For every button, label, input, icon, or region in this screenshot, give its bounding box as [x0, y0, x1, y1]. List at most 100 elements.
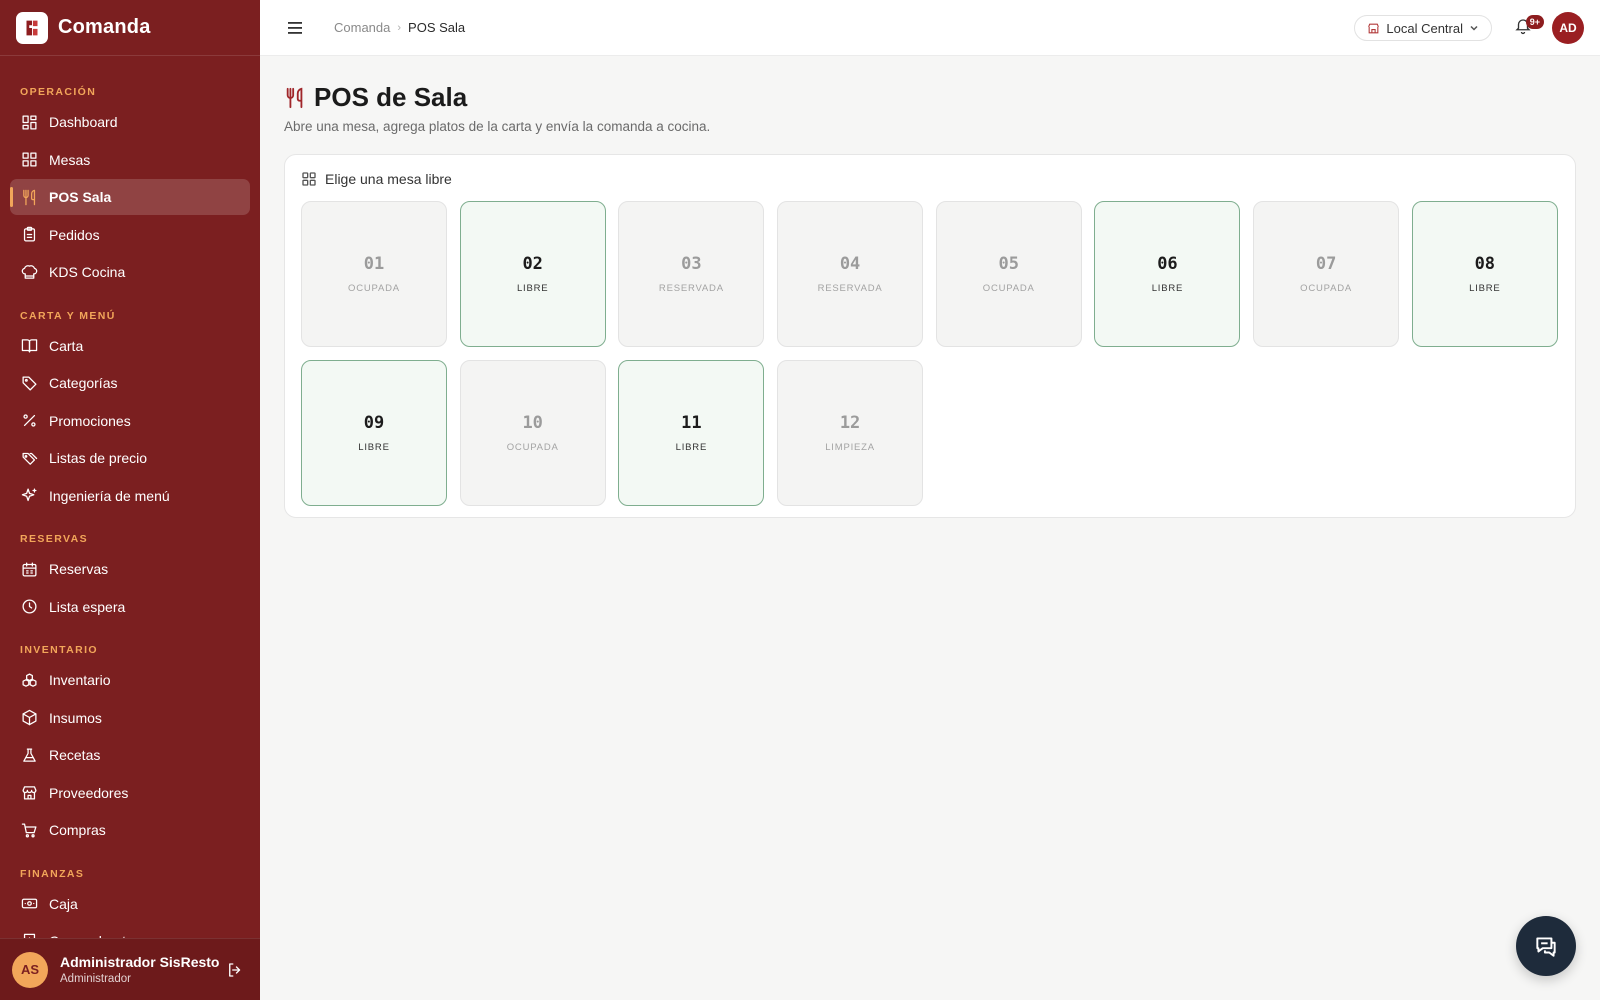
sidebar-item-label: Compras — [49, 822, 106, 838]
brand[interactable]: Comanda — [0, 0, 260, 56]
sidebar-item-proveedores[interactable]: Proveedores — [10, 775, 250, 811]
table-tile[interactable]: 06 LIBRE — [1094, 201, 1241, 347]
sidebar-item-label: Mesas — [49, 151, 91, 168]
percent-icon — [20, 412, 38, 430]
sidebar-item-label: Categorías — [49, 375, 118, 391]
sidebar-item-label: Inventario — [49, 672, 111, 688]
table-status: LIMPIEZA — [825, 442, 875, 453]
sidebar-item-promociones[interactable]: Promociones — [10, 403, 250, 439]
sidebar-item-recetas[interactable]: Recetas — [10, 737, 250, 773]
sidebar-section-title: FINANZAS — [20, 867, 85, 880]
table-status: LIBRE — [516, 283, 549, 294]
logout-icon[interactable] — [224, 959, 246, 981]
table-tile: 03 RESERVADA — [618, 201, 765, 347]
sidebar-item-insumos[interactable]: Insumos — [10, 700, 250, 736]
page-title: POS de Sala — [314, 82, 468, 112]
sidebar-item-ingenieria-de-menu[interactable]: Ingeniería de menú — [10, 478, 250, 514]
sidebar-item-reservas[interactable]: Reservas — [10, 551, 250, 587]
user-avatar[interactable]: AS — [12, 951, 48, 988]
boxes-icon — [20, 671, 38, 689]
table-number: 12 — [839, 413, 861, 433]
table-number: 11 — [681, 413, 702, 433]
page-header: POS de Sala Abre una mesa, agrega platos… — [284, 82, 710, 134]
table-status: RESERVADA — [817, 283, 883, 294]
sidebar-item-mesas[interactable]: Mesas — [10, 142, 250, 178]
table-tile: 04 RESERVADA — [777, 201, 924, 347]
page-subtitle: Abre una mesa, agrega platos de la carta… — [284, 119, 711, 134]
sidebar-nav: OPERACIÓN Dashboard Mesas POS Sala Pedidos KD… — [0, 56, 260, 938]
table-status: RESERVADA — [658, 283, 724, 294]
tag-icon — [20, 374, 38, 392]
sidebar-item-compras[interactable]: Compras — [10, 812, 250, 848]
utensils-icon — [20, 188, 38, 206]
sidebar-item-caja[interactable]: Caja — [10, 886, 250, 922]
sidebar-item-label: Carta — [49, 337, 84, 354]
sidebar-item-carta[interactable]: Carta — [10, 328, 250, 364]
sidebar-item-listas-de-precio[interactable]: Listas de precio — [10, 440, 250, 476]
chat-button[interactable] — [1516, 916, 1576, 976]
table-number: 09 — [363, 413, 385, 433]
breadcrumb-root[interactable]: Comanda — [334, 20, 390, 35]
brand-name: Comanda — [58, 16, 151, 38]
location-label: Local Central — [1386, 20, 1463, 36]
clock-icon — [20, 598, 38, 616]
card-title: Elige una mesa libre — [325, 171, 452, 187]
user-bar: AS Administrador SisResto Administrador — [0, 938, 260, 1000]
sidebar-item-label: Ingeniería de menú — [49, 487, 170, 504]
table-tile: 07 OCUPADA — [1253, 201, 1400, 347]
sidebar-item-lista-espera[interactable]: Lista espera — [10, 589, 250, 625]
sidebar-item-comprobantes[interactable]: Comprobantes — [10, 923, 250, 938]
table-number: 03 — [681, 254, 702, 274]
clipboard-icon — [20, 226, 38, 244]
table-number: 06 — [1157, 254, 1178, 274]
sidebar-item-label: Promociones — [49, 412, 131, 429]
chevron-down-icon — [1469, 21, 1479, 36]
sidebar-item-label: Lista espera — [49, 598, 126, 615]
table-status: LIBRE — [1151, 283, 1184, 294]
sidebar: Comanda OPERACIÓN Dashboard Mesas POS Sala P… — [0, 0, 260, 1000]
sidebar-section-title: OPERACIÓN — [20, 86, 97, 98]
table-tile: 10 OCUPADA — [459, 360, 606, 506]
menu-toggle-icon[interactable] — [284, 16, 308, 40]
table-tile[interactable]: 09 LIBRE — [301, 360, 447, 506]
table-status: OCUPADA — [348, 283, 400, 294]
sidebar-item-pos-sala[interactable]: POS Sala — [10, 179, 250, 215]
table-number: 02 — [522, 254, 543, 274]
table-status: LIBRE — [1469, 283, 1501, 294]
store-icon — [1367, 22, 1380, 35]
top-avatar[interactable]: AD — [1552, 12, 1584, 44]
store-icon — [20, 784, 38, 802]
card-header: Elige una mesa libre — [301, 171, 452, 187]
table-tile[interactable]: 11 LIBRE — [618, 360, 765, 506]
sidebar-item-label: Listas de precio — [49, 450, 148, 466]
chevron-right-icon: › — [397, 21, 402, 34]
table-tile: 01 OCUPADA — [301, 201, 447, 347]
main-content: POS de Sala Abre una mesa, agrega platos… — [260, 56, 1600, 1000]
flask-icon — [20, 746, 38, 764]
chef-hat-icon — [20, 263, 38, 281]
sidebar-item-label: Dashboard — [49, 114, 118, 130]
table-number: 10 — [522, 413, 543, 433]
table-tile: 12 LIMPIEZA — [777, 360, 924, 506]
table-number: 05 — [998, 254, 1019, 274]
sidebar-section-title: RESERVAS — [20, 533, 88, 545]
sidebar-item-pedidos[interactable]: Pedidos — [10, 217, 250, 253]
sidebar-section-title: INVENTARIO — [20, 644, 98, 656]
sidebar-item-kds-cocina[interactable]: KDS Cocina — [10, 254, 250, 290]
table-tile[interactable]: 08 LIBRE — [1411, 201, 1558, 347]
dashboard-icon — [20, 113, 38, 131]
sidebar-item-label: Insumos — [49, 709, 102, 726]
notification-badge: 9+ — [1525, 15, 1544, 29]
tags-icon — [20, 449, 38, 467]
sidebar-item-dashboard[interactable]: Dashboard — [10, 104, 250, 140]
sidebar-item-label: Proveedores — [49, 784, 129, 801]
table-status: OCUPADA — [982, 283, 1035, 294]
sidebar-item-inventario[interactable]: Inventario — [10, 662, 250, 698]
sidebar-item-label: Pedidos — [49, 226, 100, 243]
table-status: OCUPADA — [1300, 283, 1353, 294]
location-select[interactable]: Local Central — [1354, 15, 1492, 41]
sidebar-item-categorias[interactable]: Categorías — [10, 365, 250, 401]
chat-icon — [1536, 937, 1556, 957]
table-tile[interactable]: 02 LIBRE — [459, 201, 606, 347]
package-icon — [20, 709, 38, 727]
